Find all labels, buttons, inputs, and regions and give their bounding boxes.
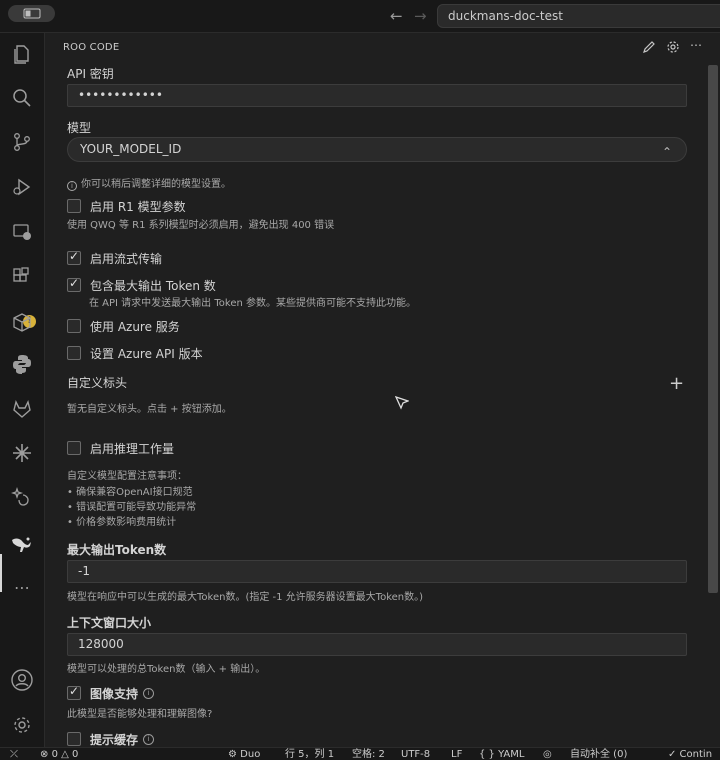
info-icon[interactable]: i xyxy=(143,687,155,699)
streaming-checkbox-row[interactable]: ✓ 启用流式传输 xyxy=(67,249,163,266)
azure-label: 使用 Azure 服务 xyxy=(90,319,180,334)
active-indicator xyxy=(0,554,2,592)
reasoning-label: 启用推理工作量 xyxy=(90,441,175,456)
edit-pencil-icon[interactable] xyxy=(642,39,656,58)
custom-headers-label: 自定义标头 xyxy=(67,376,128,390)
image-support-hint: 此模型是否能够处理和理解图像? xyxy=(67,709,213,720)
r1-params-hint: 使用 QWQ 等 R1 系列模型时必须启用，避免出现 400 错误 xyxy=(67,220,335,231)
settings-gear-icon[interactable] xyxy=(9,712,35,738)
language-mode[interactable]: { } YAML xyxy=(479,749,524,760)
notes-item: • 价格参数影响费用统计 xyxy=(67,517,177,528)
model-label: 模型 xyxy=(67,121,92,135)
image-support-checkbox-row[interactable]: ✓ 图像支持 i xyxy=(67,684,155,701)
command-center-search[interactable]: duckmans-doc-test xyxy=(437,4,720,28)
layout-toggle-button[interactable] xyxy=(8,5,55,22)
info-icon: i xyxy=(67,181,77,191)
azure-checkbox[interactable] xyxy=(67,319,81,333)
explorer-icon[interactable] xyxy=(9,41,35,67)
roo-code-panel: ROO CODE ⋯ API 密钥 •••••••••••• 模型 YOUR_M… xyxy=(46,33,720,747)
prompt-cache-label: 提示缓存 xyxy=(90,732,139,747)
max-tokens-input[interactable]: -1 xyxy=(67,560,687,583)
model-select[interactable]: YOUR_MODEL_ID ⌃ xyxy=(67,137,687,162)
search-icon[interactable] xyxy=(9,85,35,111)
r1-params-checkbox[interactable] xyxy=(67,199,81,213)
azure-version-checkbox[interactable] xyxy=(67,346,81,360)
max-tokens-label: 最大输出Token数 xyxy=(67,543,167,557)
run-debug-icon[interactable] xyxy=(9,174,35,200)
context-window-label: 上下文窗口大小 xyxy=(67,616,152,630)
panel-title: ROO CODE xyxy=(63,42,120,53)
max-output-hint: 在 API 请求中发送最大输出 Token 参数。某些提供商可能不支持此功能。 xyxy=(89,298,416,309)
duo-icon: ⚙ xyxy=(228,749,237,760)
azure-version-label: 设置 Azure API 版本 xyxy=(90,346,203,361)
remote-explorer-icon[interactable] xyxy=(9,219,35,245)
api-key-input[interactable]: •••••••••••• xyxy=(67,84,687,107)
end-of-line[interactable]: LF xyxy=(451,749,462,760)
max-output-checkbox[interactable]: ✓ xyxy=(67,276,81,292)
add-header-plus-icon[interactable]: + xyxy=(669,373,684,394)
streaming-label: 启用流式传输 xyxy=(90,251,163,266)
context-window-input[interactable]: 128000 xyxy=(67,633,687,656)
cursor-position[interactable]: 行 5，列 1 xyxy=(285,749,334,760)
max-tokens-hint: 模型在响应中可以生成的最大Token数。(指定 -1 允许服务器设置最大Toke… xyxy=(67,592,424,603)
context-window-hint: 模型可以处理的总Token数（输入 + 输出）。 xyxy=(67,664,266,675)
account-icon[interactable] xyxy=(9,667,35,693)
reasoning-checkbox-row[interactable]: 启用推理工作量 xyxy=(67,440,174,456)
prompt-cache-checkbox-row[interactable]: 提示缓存 i xyxy=(67,731,155,747)
api-key-label: API 密钥 xyxy=(67,67,114,81)
copilot-icon[interactable]: ◎ xyxy=(543,749,552,760)
model-select-value: YOUR_MODEL_ID xyxy=(80,142,182,156)
error-count: 0 xyxy=(51,749,58,760)
streaming-checkbox[interactable]: ✓ xyxy=(67,249,81,265)
problems-indicator[interactable]: ⊗ 0 △ 0 xyxy=(40,749,78,760)
status-bar: ⤫ ⊗ 0 △ 0 ⚙ Duo 行 5，列 1 空格: 2 UTF-8 LF {… xyxy=(0,747,720,760)
remote-indicator-icon[interactable]: ⤫ xyxy=(10,749,18,760)
notes-item: • 确保兼容OpenAI接口规范 xyxy=(67,487,193,498)
reasoning-checkbox[interactable] xyxy=(67,441,81,455)
image-support-label: 图像支持 xyxy=(90,686,139,701)
ai-assistant-icon[interactable] xyxy=(9,484,35,510)
gitlab-icon[interactable] xyxy=(9,396,35,422)
panel-actions: ⋯ xyxy=(642,39,702,58)
containers-icon[interactable] xyxy=(9,309,35,335)
model-hint: i 你可以稍后调整详细的模型设置。 xyxy=(67,175,231,191)
indentation[interactable]: 空格: 2 xyxy=(352,749,385,760)
custom-headers-hint: 暂无自定义标头。点击 + 按钮添加。 xyxy=(67,404,232,415)
continue-status[interactable]: ✓ Contin xyxy=(668,749,712,760)
warning-icon: △ xyxy=(61,749,69,760)
panel-scrollbar[interactable] xyxy=(708,65,718,593)
prompt-cache-checkbox[interactable] xyxy=(67,732,81,746)
extensions-icon[interactable] xyxy=(9,264,35,290)
arrow-right-icon[interactable]: → xyxy=(414,7,427,25)
azure-checkbox-row[interactable]: 使用 Azure 服务 xyxy=(67,318,180,334)
mouse-cursor-icon xyxy=(394,395,410,414)
max-output-checkbox-row[interactable]: ✓ 包含最大输出 Token 数 xyxy=(67,276,216,293)
chevron-updown-icon: ⌃ xyxy=(661,145,672,159)
more-actions-icon[interactable]: ⋯ xyxy=(690,39,702,58)
gear-icon[interactable] xyxy=(666,39,680,58)
roo-kangaroo-icon[interactable] xyxy=(9,529,35,555)
panel-layout-icon xyxy=(23,8,40,19)
info-icon[interactable]: i xyxy=(143,733,155,745)
title-bar: ← → duckmans-doc-test xyxy=(0,0,720,33)
image-support-checkbox[interactable]: ✓ xyxy=(67,684,81,700)
warning-count: 0 xyxy=(72,749,79,760)
encoding[interactable]: UTF-8 xyxy=(401,749,430,760)
python-icon[interactable] xyxy=(9,351,35,377)
activity-bar: ! ⋯ xyxy=(0,33,45,747)
azure-version-checkbox-row[interactable]: 设置 Azure API 版本 xyxy=(67,345,203,361)
duo-status[interactable]: ⚙ Duo xyxy=(228,749,260,760)
error-icon: ⊗ xyxy=(40,749,49,760)
r1-params-label: 启用 R1 模型参数 xyxy=(90,199,186,214)
source-control-icon[interactable] xyxy=(9,129,35,155)
notes-title: 自定义模型配置注意事项： xyxy=(67,471,187,482)
sparkle-icon[interactable] xyxy=(9,440,35,466)
autocomplete-status[interactable]: 自动补全 (0) xyxy=(570,749,627,760)
max-output-label: 包含最大输出 Token 数 xyxy=(90,278,216,293)
r1-params-checkbox-row[interactable]: 启用 R1 模型参数 xyxy=(67,198,186,214)
more-icon[interactable]: ⋯ xyxy=(9,574,35,600)
duo-label: Duo xyxy=(240,749,261,760)
arrow-left-icon[interactable]: ← xyxy=(390,7,403,25)
notes-item: • 错误配置可能导致功能异常 xyxy=(67,502,197,513)
